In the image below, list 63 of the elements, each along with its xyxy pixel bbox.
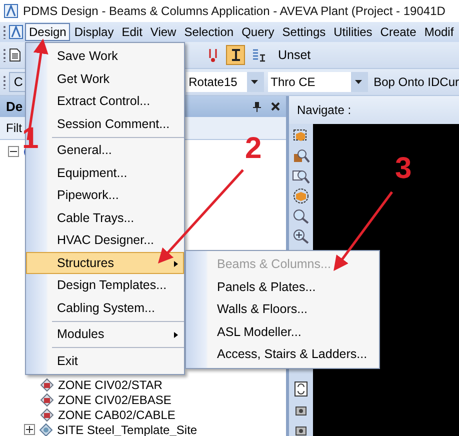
menu-item[interactable]: ASL Modeller... [186,320,379,343]
submenu-arrow-icon [174,260,178,266]
annotation-number: 2 [245,134,262,164]
tree-item[interactable]: ZONE CIV02/STAR [58,378,162,392]
menu-item[interactable]: Design [25,23,70,41]
menu-item[interactable]: Panels & Plates... [186,276,379,298]
zoom-icon[interactable] [292,208,310,224]
panel-title: Navigate : [297,103,352,117]
menu-item[interactable]: Query [238,23,278,41]
menu-item[interactable]: Get Work [26,68,184,90]
collapse-icon[interactable] [8,146,19,157]
dropdown[interactable]: Rotate15 [186,72,264,92]
toolbar-label[interactable]: Bop Onto IDCur [374,75,459,89]
menu-item[interactable]: Structures [26,252,184,274]
site-icon [39,422,53,436]
menu-item[interactable]: Design Templates... [26,274,184,296]
app-icon [4,4,18,18]
unset-label: Unset [278,48,311,62]
tree-item[interactable]: ZONE CAB02/CABLE [58,408,176,422]
menu-item[interactable]: Selection [180,23,238,41]
menu-item[interactable]: Exit [26,350,184,372]
dropdown-arrow-icon [251,80,258,84]
zoom-in-icon[interactable] [292,228,310,244]
cube-icon[interactable] [292,188,310,204]
window-title: PDMS Design - Beams & Columns Application - AVEVA Plant (Project - 19041D [23,4,446,18]
zoom-icon[interactable] [292,168,310,184]
menu-item[interactable]: Cabling System... [26,296,184,319]
menu-item[interactable]: Modules [26,323,184,346]
text-tool-button[interactable] [226,45,245,65]
menu-item[interactable]: Utilities [330,23,376,41]
dropdown[interactable]: Thro CE [268,72,368,92]
document-icon[interactable] [9,48,21,62]
app-icon[interactable] [9,25,23,39]
menu-item[interactable]: Settings [278,23,330,41]
menu-item[interactable]: Equipment... [26,162,184,184]
menu-item[interactable]: Pipework... [26,184,184,206]
tree-item[interactable]: SITE Steel_Template_Site [57,422,198,436]
lock-zoom-icon[interactable] [292,148,310,164]
dropdown-arrow-icon [355,80,362,84]
menu-item[interactable]: Modif [420,23,458,41]
menu-item[interactable]: Cable Trays... [26,206,184,229]
list-icon [252,47,266,63]
menu-item[interactable]: Access, Stairs & Ladders... [186,343,379,366]
menu-item[interactable]: Walls & Floors... [186,298,379,320]
pin-icon[interactable] [253,102,261,112]
menu-item[interactable]: View [146,23,180,41]
zone-icon [40,378,54,392]
close-icon[interactable] [271,102,280,111]
zone-icon [40,392,54,406]
panel-title: De [6,99,23,114]
menu-item[interactable]: Display [70,23,118,41]
zone-icon [40,408,54,422]
menu-item[interactable]: Edit [118,23,146,41]
menu-item[interactable]: HVAC Designer... [26,229,184,252]
tree-item[interactable]: ZONE CIV02/EBASE [58,392,172,406]
expand-icon[interactable] [24,424,35,435]
filter-label: Filt [6,121,22,135]
menu-item[interactable]: Extract Control... [26,90,184,112]
menu-item[interactable]: Create [376,23,420,41]
submenu-arrow-icon [174,332,178,338]
menu-item[interactable]: Save Work [26,45,184,68]
annotation-number: 3 [395,154,412,184]
refresh-icon[interactable] [292,381,310,397]
